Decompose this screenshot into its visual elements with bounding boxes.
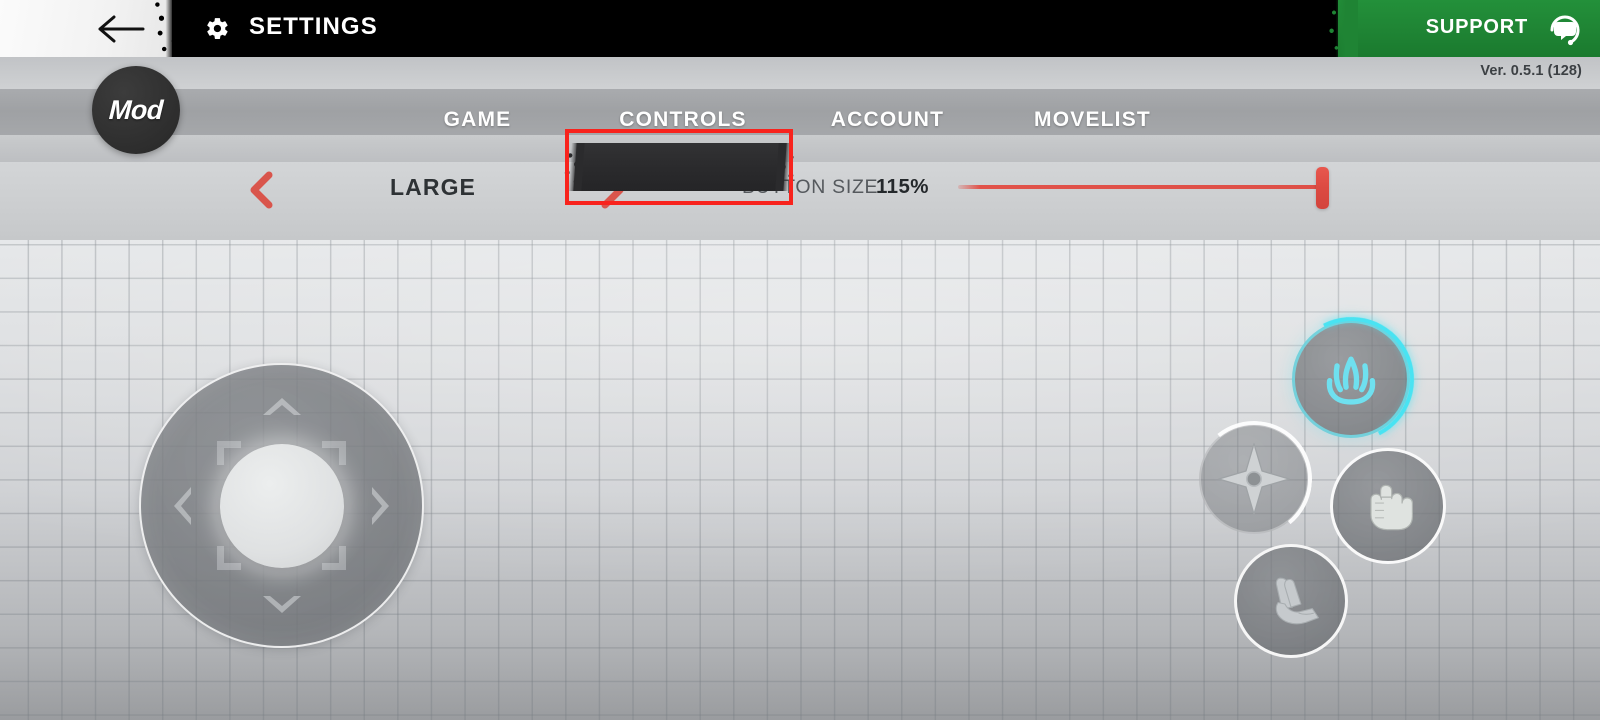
layout-preset-prev-button[interactable] (243, 170, 277, 210)
mod-badge[interactable]: Mod (92, 66, 180, 154)
joystick-knob[interactable] (219, 443, 344, 568)
button-size-value: 115% (876, 175, 929, 198)
support-label: SUPPORT (1425, 16, 1528, 38)
dpad-up-icon (259, 393, 305, 419)
page-title: SETTINGS (249, 13, 378, 40)
hand-seal-icon (1234, 544, 1348, 658)
dpad-left-icon (169, 483, 195, 529)
flame-chakra-icon (1292, 320, 1410, 438)
chakra-button[interactable] (1272, 300, 1430, 458)
shuriken-button[interactable] (1190, 415, 1318, 543)
button-size-slider-track[interactable] (958, 185, 1328, 189)
tab-list: GAME CONTROLS ACCOUNT MOVELIST (0, 57, 1600, 205)
virtual-joystick[interactable] (139, 363, 424, 648)
tab-movelist[interactable]: MOVELIST (1010, 100, 1175, 140)
back-arrow-icon[interactable] (95, 14, 147, 44)
controls-settings-row (0, 162, 1600, 240)
top-bar: SETTINGS SUPPORT (0, 0, 1600, 57)
button-size-slider[interactable] (950, 163, 1350, 221)
layout-preset-value: LARGE (390, 174, 476, 200)
hand-seal-button[interactable] (1234, 544, 1348, 658)
settings-screen: LARGE BUTTON SIZE 115% GAME CONTROLS ACC… (0, 0, 1600, 720)
dpad-down-icon (259, 592, 305, 618)
tab-account[interactable]: ACCOUNT (810, 100, 965, 140)
dpad-right-icon (368, 483, 394, 529)
support-button[interactable]: SUPPORT (1318, 0, 1600, 57)
button-size-slider-handle[interactable] (1316, 167, 1329, 209)
tab-controls[interactable]: CONTROLS (598, 100, 768, 140)
active-tab-background (573, 143, 787, 191)
tab-game[interactable]: GAME (410, 100, 545, 140)
version-label: Ver. 0.5.1 (128) (1480, 63, 1582, 79)
gear-icon (205, 16, 230, 41)
headset-support-icon (1545, 9, 1585, 49)
shuriken-icon (1199, 424, 1309, 534)
mod-badge-label: Mod (108, 94, 164, 125)
